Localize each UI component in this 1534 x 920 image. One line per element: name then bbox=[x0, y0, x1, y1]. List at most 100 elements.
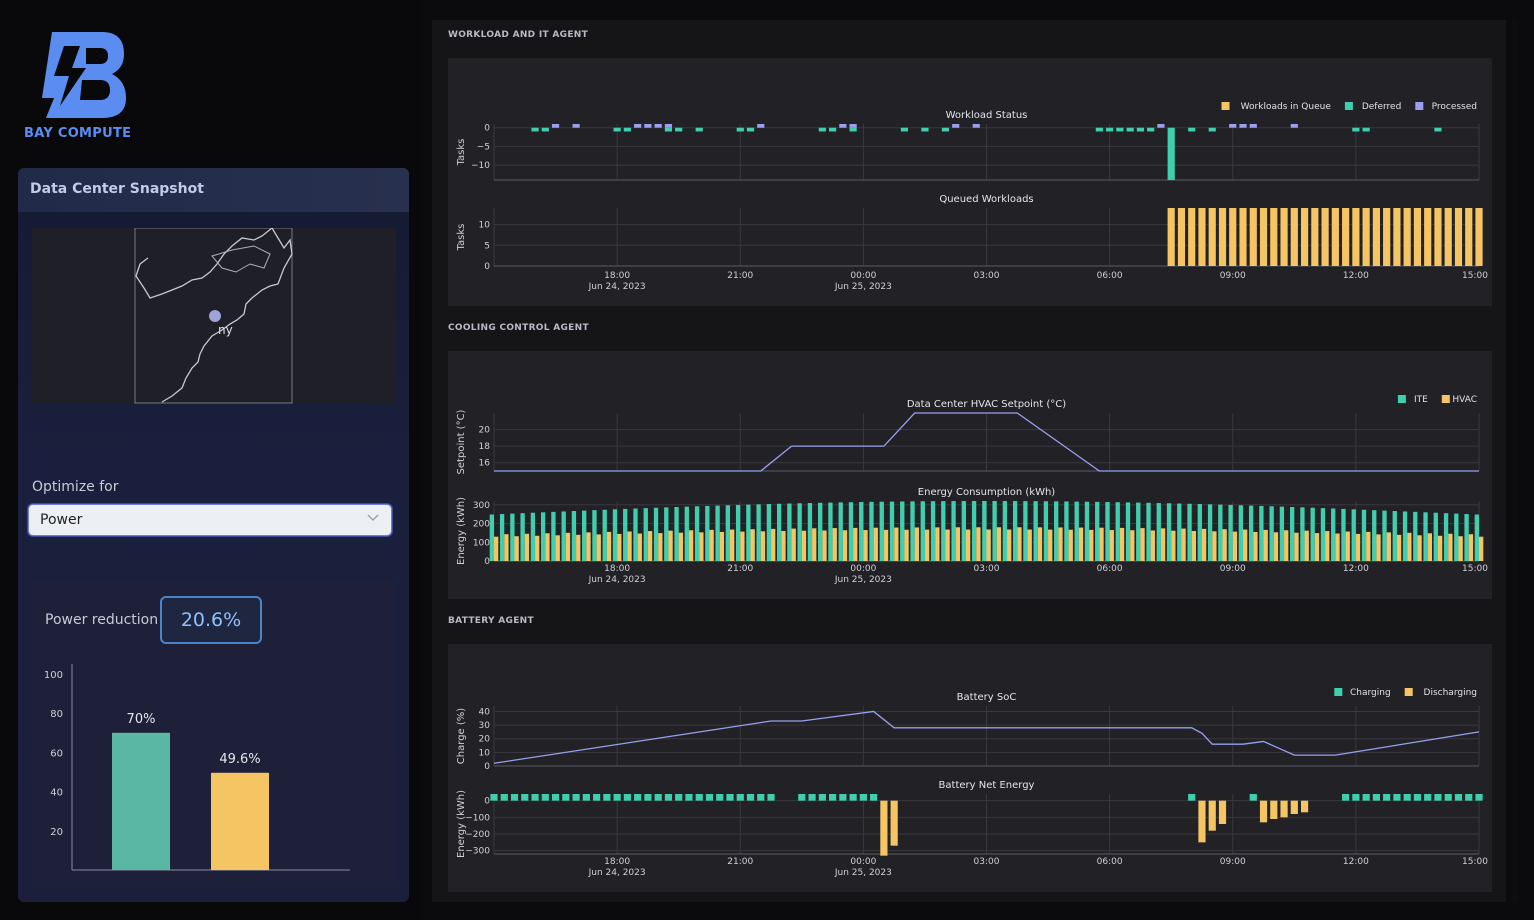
ite-energy-bar bbox=[1331, 508, 1336, 561]
ite-energy-bar bbox=[1310, 507, 1315, 561]
battery-chart-card[interactable]: Discharging Charging 40 30 20 10 0 Charge (%) Ba… bbox=[448, 644, 1492, 892]
location-marker[interactable] bbox=[209, 310, 221, 322]
hvac-energy-bar bbox=[1007, 529, 1012, 561]
battery-charging-bar bbox=[634, 794, 642, 801]
hvac-energy-bar bbox=[555, 535, 560, 561]
hvac-energy-bar bbox=[504, 534, 509, 561]
ite-energy-bar bbox=[1207, 504, 1213, 561]
hvac-energy-bar bbox=[1068, 529, 1073, 561]
workload-status-bar bbox=[695, 127, 703, 132]
queued-workload-bar bbox=[1403, 208, 1411, 266]
location-map[interactable]: ny bbox=[32, 227, 396, 404]
ite-energy-bar bbox=[1136, 502, 1141, 561]
hvac-energy-bar bbox=[535, 535, 540, 561]
workload-status-bar bbox=[1095, 127, 1103, 132]
ite-energy-bar bbox=[941, 501, 946, 561]
cooling-chart-card[interactable]: HVAC ITE 20 18 16 Setpoint (°C) Data Center HV… bbox=[448, 351, 1492, 599]
workload-chart-card[interactable]: Processed Deferred Workloads in Queue 0 −5 −1… bbox=[448, 58, 1492, 306]
battery-charging-bar bbox=[1413, 794, 1422, 801]
optimize-select[interactable]: Power bbox=[28, 504, 392, 536]
hvac-energy-bar bbox=[1119, 527, 1125, 561]
ite-energy-bar bbox=[1320, 508, 1326, 561]
hvac-energy-bar bbox=[781, 530, 786, 561]
hvac-energy-bar bbox=[1048, 529, 1053, 561]
hvac-energy-bar bbox=[606, 531, 612, 561]
power-reduction-chart: 100 80 60 40 20 70% 49.6% bbox=[44, 664, 350, 871]
hvac-energy-bar bbox=[863, 530, 868, 561]
battery-charging-bar bbox=[541, 794, 549, 801]
ite-energy-bar bbox=[1197, 504, 1202, 561]
battery-charging-bar bbox=[818, 794, 826, 801]
hvac-energy-bar bbox=[801, 530, 807, 561]
x-tick-label: 06:00 bbox=[1097, 564, 1123, 574]
ite-energy-bar bbox=[551, 511, 556, 561]
ite-energy-bar bbox=[776, 503, 782, 561]
y-axis-label: Energy (kWh) bbox=[456, 790, 467, 858]
battery-charging-bar bbox=[849, 794, 857, 801]
battery-charging-bar bbox=[870, 794, 878, 801]
x-tick-sublabel: Jun 25, 2023 bbox=[834, 575, 892, 585]
x-tick-label: 09:00 bbox=[1220, 857, 1246, 867]
hvac-energy-bar bbox=[1427, 533, 1433, 561]
hvac-energy-bar bbox=[1284, 530, 1289, 561]
battery-discharging-bar bbox=[1270, 800, 1278, 819]
battery-charging-bar bbox=[572, 794, 580, 801]
scrollbar[interactable] bbox=[1512, 20, 1518, 902]
x-tick-label: 21:00 bbox=[727, 271, 753, 281]
hvac-energy-bar bbox=[617, 533, 622, 561]
queued-workload-bar bbox=[1342, 208, 1350, 266]
hvac-energy-bar bbox=[1232, 531, 1238, 561]
hvac-energy-bar bbox=[894, 527, 899, 561]
hvac-energy-bar bbox=[996, 527, 1002, 561]
ite-energy-bar bbox=[1156, 503, 1161, 561]
workload-status-bar bbox=[839, 124, 847, 128]
y-tick-label: 0 bbox=[484, 557, 490, 567]
y-axis-label: Setpoint (°C) bbox=[456, 409, 467, 474]
hvac-energy-bar bbox=[1109, 530, 1114, 561]
battery-charging-bar bbox=[613, 794, 621, 801]
workload-status-bar bbox=[1188, 127, 1196, 132]
ite-energy-bar bbox=[489, 514, 494, 561]
workload-status-bar bbox=[1249, 124, 1257, 128]
workload-status-bar bbox=[1229, 124, 1237, 128]
ite-energy-bar bbox=[1218, 504, 1223, 561]
queued-workload-bar bbox=[1270, 208, 1278, 266]
x-tick-sublabel: Jun 24, 2023 bbox=[588, 575, 646, 585]
ite-energy-bar bbox=[951, 501, 956, 561]
battery-charging-bar bbox=[746, 794, 755, 801]
workload-status-bar bbox=[1239, 124, 1247, 128]
ite-energy-bar bbox=[1248, 505, 1254, 561]
battery-charging-bar bbox=[1383, 794, 1391, 801]
ite-energy-bar bbox=[818, 502, 823, 561]
workload-status-bar bbox=[746, 127, 755, 132]
battery-discharging-bar bbox=[880, 800, 888, 856]
hvac-energy-bar bbox=[1140, 528, 1145, 561]
ite-energy-bar bbox=[1002, 501, 1008, 561]
battery-charging-bar bbox=[562, 794, 570, 801]
ite-energy-bar bbox=[869, 501, 874, 561]
legend-label: Workloads in Queue bbox=[1241, 102, 1332, 112]
hvac-energy-bar bbox=[1407, 532, 1412, 561]
queued-workload-bar bbox=[1208, 208, 1216, 266]
x-tick-label: 15:00 bbox=[1462, 271, 1488, 281]
battery-discharging-bar bbox=[1198, 800, 1206, 843]
hvac-energy-bar bbox=[1191, 530, 1197, 561]
battery-charging-bar bbox=[1362, 794, 1370, 801]
hvac-energy-bar bbox=[1304, 530, 1309, 561]
workload-status-bar bbox=[664, 127, 673, 132]
workload-status-bar bbox=[675, 127, 683, 132]
hvac-energy-bar bbox=[965, 529, 971, 561]
queued-workload-bar bbox=[1362, 208, 1370, 266]
workload-status-bar bbox=[613, 127, 621, 132]
ite-energy-bar bbox=[1146, 502, 1151, 561]
x-tick-sublabel: Jun 24, 2023 bbox=[588, 868, 646, 878]
battery-charging-bar bbox=[757, 794, 765, 801]
hvac-energy-bar bbox=[1171, 530, 1176, 561]
y-tick-label: 0 bbox=[484, 797, 490, 807]
y-tick-label: −300 bbox=[465, 847, 490, 857]
subplot-title: Battery SoC bbox=[957, 692, 1017, 703]
ite-energy-bar bbox=[561, 511, 566, 561]
x-tick-label: 06:00 bbox=[1097, 857, 1123, 867]
battery-charging-bar bbox=[603, 794, 611, 801]
sidebar: BAY COMPUTE Data Center Snapshot ny Opti… bbox=[0, 0, 420, 920]
